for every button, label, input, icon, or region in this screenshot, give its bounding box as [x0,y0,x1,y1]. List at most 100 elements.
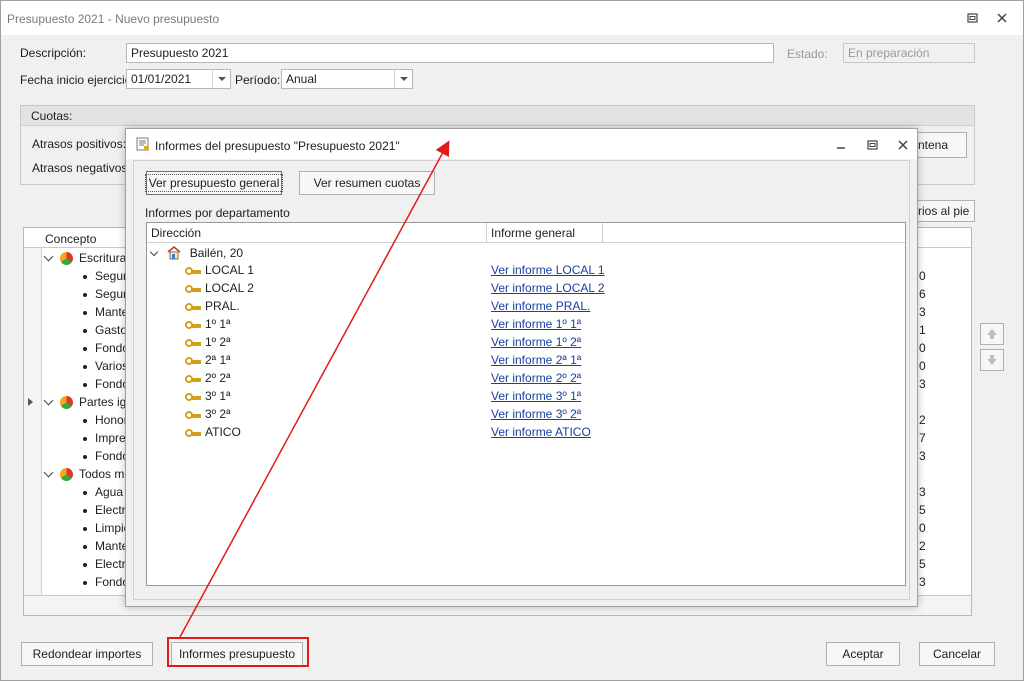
window-title: Presupuesto 2021 - Nuevo presupuesto [7,12,220,26]
key-icon [185,266,201,275]
list-item[interactable]: Fondo [83,341,129,359]
department-row[interactable]: 3º 2ª [185,407,231,425]
arrow-down-icon[interactable] [980,349,1004,371]
list-item[interactable]: Electr [83,503,126,521]
key-icon [185,356,201,365]
aceptar-button[interactable]: Aceptar [826,642,900,666]
row-indicator-column [24,228,42,615]
dialog-body: Ver presupuesto general Ver resumen cuot… [133,160,910,600]
close-icon[interactable] [894,136,912,154]
key-icon [185,302,201,311]
department-row[interactable]: 2º 2ª [185,371,231,389]
list-item[interactable]: Fondo [83,575,129,593]
informes-dialog: Informes del presupuesto "Presupuesto 20… [125,128,918,607]
descripcion-label: Descripción: [20,46,87,60]
key-icon [185,284,201,293]
key-icon [185,428,201,437]
ver-presupuesto-general-button[interactable]: Ver presupuesto general [144,171,284,195]
building-label: Bailén, 20 [189,246,244,261]
informe-link[interactable]: Ver informe 1º 1ª [491,317,581,335]
informe-link[interactable]: Ver informe PRAL. [491,299,590,317]
informe-link[interactable]: Ver informe ATICO [491,425,591,443]
row-pointer-icon [28,398,33,406]
group-row[interactable]: Partes igu [43,395,133,413]
periodo-select[interactable]: Anual [281,69,413,89]
list-item[interactable]: Impre [83,431,126,449]
building-row[interactable]: Bailén, 20 [149,245,244,263]
list-item[interactable]: Honor [83,413,128,431]
informe-link[interactable]: Ver informe 1º 2ª [491,335,581,353]
dialog-title: Informes del presupuesto "Presupuesto 20… [155,139,400,153]
department-row[interactable]: 1º 1ª [185,317,231,335]
column-concepto: Concepto [45,232,97,246]
restore-icon[interactable] [963,9,981,27]
chevron-down-icon[interactable] [43,395,54,406]
chevron-down-icon[interactable] [212,70,230,88]
close-icon[interactable] [993,9,1011,27]
atrasos-negativos-label: Atrasos negativos: [32,161,131,175]
list-item[interactable]: Electr [83,557,126,575]
pie-icon [60,468,73,482]
chevron-down-icon[interactable] [43,251,54,262]
informe-link[interactable]: Ver informe 3º 1ª [491,389,581,407]
chevron-down-icon[interactable] [149,247,159,257]
key-icon [185,374,201,383]
department-row[interactable]: 1º 2ª [185,335,231,353]
fecha-field[interactable]: 01/01/2021 [126,69,231,89]
pie-icon [60,252,73,266]
department-row[interactable]: 2ª 1ª [185,353,231,371]
fecha-label: Fecha inicio ejercicio: [20,73,135,87]
minimize-icon[interactable] [832,136,850,154]
key-icon [185,320,201,329]
informe-link[interactable]: Ver informe LOCAL 2 [491,281,605,299]
department-row[interactable]: ATICO [185,425,241,443]
house-icon [166,245,182,263]
list-item[interactable]: Fondo [83,377,129,395]
chevron-down-icon[interactable] [394,70,412,88]
pie-icon [60,396,73,410]
group-row[interactable]: Todos me [43,467,131,485]
informe-link[interactable]: Ver informe 2º 2ª [491,371,581,389]
department-row[interactable]: LOCAL 1 [185,263,254,281]
list-item[interactable]: Segur [83,269,127,287]
group-label: Escritura [79,251,127,265]
redondear-button[interactable]: Redondear importes [21,642,153,666]
key-icon [185,410,201,419]
list-item[interactable]: Limpie [83,521,130,539]
group-row[interactable]: Escritura [43,251,127,269]
ver-resumen-cuotas-button[interactable]: Ver resumen cuotas [299,171,435,195]
department-row[interactable]: LOCAL 2 [185,281,254,299]
informe-link[interactable]: Ver informe LOCAL 1 [491,263,605,281]
list-item[interactable]: Mante [83,305,128,323]
fecha-value: 01/01/2021 [131,72,192,86]
list-item[interactable]: Varios [83,359,128,377]
title-bar: Presupuesto 2021 - Nuevo presupuesto [1,1,1023,35]
list-item[interactable]: Agua [83,485,123,503]
department-row[interactable]: 3º 1ª [185,389,231,407]
key-icon [185,338,201,347]
cancelar-button[interactable]: Cancelar [919,642,995,666]
pie-button[interactable]: rios al pie [913,200,975,222]
list-item[interactable]: Fondo [83,449,129,467]
department-row[interactable]: PRAL. [185,299,240,317]
column-direccion: Dirección [147,223,487,243]
estado-field: En preparación [843,43,975,63]
tree-header: Dirección Informe general [147,223,905,243]
centena-button[interactable]: ntena [913,132,967,158]
column-informe-general: Informe general [487,223,603,243]
informe-link[interactable]: Ver informe 3º 2ª [491,407,581,425]
chevron-down-icon[interactable] [43,467,54,478]
descripcion-field[interactable]: Presupuesto 2021 [126,43,774,63]
highlight-box [167,637,309,667]
departments-tree[interactable]: Dirección Informe general Bailén, 20 LOC… [146,222,906,586]
ver-presupuesto-general-label: Ver presupuesto general [144,174,284,192]
key-icon [185,392,201,401]
arrow-up-icon[interactable] [980,323,1004,345]
restore-icon[interactable] [863,136,881,154]
cuotas-title: Cuotas: [21,106,974,126]
list-item[interactable]: Gasto [83,323,127,341]
list-item[interactable]: Mante [83,539,128,557]
report-icon [136,137,150,151]
informe-link[interactable]: Ver informe 2ª 1ª [491,353,581,371]
list-item[interactable]: Segur [83,287,127,305]
